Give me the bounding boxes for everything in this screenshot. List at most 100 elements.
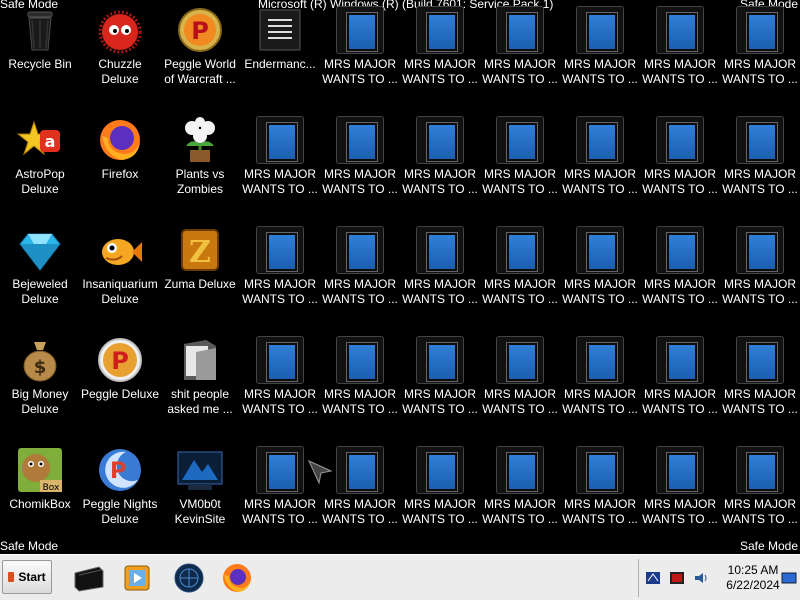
desktop-icon-mrs-major[interactable]: MRS MAJOR WANTS TO ... bbox=[640, 110, 720, 220]
desktop-icon-vm0b0t[interactable]: VM0b0t KevinSite bbox=[160, 440, 240, 550]
desktop-icon-mrs-major[interactable]: MRS MAJOR WANTS TO ... bbox=[240, 110, 320, 220]
desktop-icon-mrs-major[interactable]: MRS MAJOR WANTS TO ... bbox=[640, 220, 720, 330]
clock[interactable]: 10:25 AM 6/22/2024 bbox=[721, 563, 785, 593]
svg-text:Z: Z bbox=[189, 235, 211, 270]
desktop-icon-peggle-wow[interactable]: P Peggle World of Warcraft ... bbox=[160, 0, 240, 110]
monitor-alert-icon[interactable] bbox=[669, 571, 685, 585]
desktop-icon-big-money[interactable]: $ Big Money Deluxe bbox=[0, 330, 80, 440]
desktop-icon-mrs-major[interactable]: MRS MAJOR WANTS TO ... bbox=[320, 440, 400, 550]
bejeweled-icon bbox=[19, 233, 61, 271]
desktop-icon-mrs-major[interactable]: MRS MAJOR WANTS TO ... bbox=[400, 110, 480, 220]
desktop[interactable]: Safe Mode Microsoft (R) Windows (R) (Bui… bbox=[0, 0, 800, 554]
network-globe-icon[interactable] bbox=[172, 561, 206, 595]
mrs-major-exe-icon bbox=[656, 336, 704, 384]
svg-text:P: P bbox=[111, 347, 129, 375]
desktop-icon-label: Peggle World of Warcraft ... bbox=[164, 57, 236, 86]
desktop-icon-label: MRS MAJOR WANTS TO ... bbox=[322, 277, 398, 306]
plants-vs-zombies-icon bbox=[185, 117, 215, 162]
desktop-icon-mrs-major[interactable]: MRS MAJOR WANTS TO ... bbox=[240, 330, 320, 440]
desktop-icon-mrs-major[interactable]: MRS MAJOR WANTS TO ... bbox=[560, 0, 640, 110]
desktop-icon-recycle-bin[interactable]: Recycle Bin bbox=[0, 0, 80, 110]
mrs-major-exe-icon bbox=[736, 336, 784, 384]
desktop-icon-folder[interactable]: shit people asked me ... bbox=[160, 330, 240, 440]
mrs-major-exe-icon bbox=[576, 336, 624, 384]
desktop-icon-mrs-major[interactable]: MRS MAJOR WANTS TO ... bbox=[640, 440, 720, 550]
mouse-cursor-icon bbox=[307, 459, 333, 485]
desktop-icon-label: Plants vs Zombies bbox=[175, 167, 225, 196]
desktop-icon-mrs-major[interactable]: MRS MAJOR WANTS TO ... bbox=[400, 440, 480, 550]
desktop-icon-label: MRS MAJOR WANTS TO ... bbox=[322, 387, 398, 416]
desktop-icon-mrs-major[interactable]: MRS MAJOR WANTS TO ... bbox=[400, 330, 480, 440]
desktop-icon-mrs-major[interactable]: MRS MAJOR WANTS TO ... bbox=[480, 110, 560, 220]
desktop-icon-label: MRS MAJOR WANTS TO ... bbox=[722, 497, 798, 526]
desktop-icon-mrs-major[interactable]: MRS MAJOR WANTS TO ... bbox=[320, 220, 400, 330]
desktop-icon-mrs-major[interactable]: MRS MAJOR WANTS TO ... bbox=[640, 0, 720, 110]
desktop-icon-label: MRS MAJOR WANTS TO ... bbox=[482, 387, 558, 416]
desktop-icon-label: MRS MAJOR WANTS TO ... bbox=[322, 497, 398, 526]
desktop-icon-endermanch[interactable]: Endermanc... bbox=[240, 0, 320, 110]
desktop-icon-chuzzle[interactable]: Chuzzle Deluxe bbox=[80, 0, 160, 110]
desktop-icon-mrs-major[interactable]: MRS MAJOR WANTS TO ... bbox=[560, 330, 640, 440]
desktop-icon-mrs-major[interactable]: MRS MAJOR WANTS TO ... bbox=[720, 440, 800, 550]
desktop-icon-mrs-major[interactable]: MRS MAJOR WANTS TO ... bbox=[560, 220, 640, 330]
desktop-icon-label: MRS MAJOR WANTS TO ... bbox=[722, 167, 798, 196]
desktop-icon-mrs-major[interactable]: MRS MAJOR WANTS TO ... bbox=[240, 220, 320, 330]
desktop-icon-label: MRS MAJOR WANTS TO ... bbox=[642, 497, 718, 526]
desktop-icon-plants-vs-zombies[interactable]: Plants vs Zombies bbox=[160, 110, 240, 220]
desktop-icon-label: Insaniquarium Deluxe bbox=[82, 277, 158, 306]
desktop-icon-mrs-major[interactable]: MRS MAJOR WANTS TO ... bbox=[720, 0, 800, 110]
desktop-icon-label: MRS MAJOR WANTS TO ... bbox=[242, 387, 318, 416]
desktop-icon-firefox[interactable]: Firefox bbox=[80, 110, 160, 220]
mrs-major-exe-icon bbox=[336, 6, 384, 54]
mrs-major-exe-icon bbox=[416, 116, 464, 164]
desktop-icon-mrs-major[interactable]: MRS MAJOR WANTS TO ... bbox=[480, 220, 560, 330]
start-button[interactable]: Start bbox=[2, 560, 52, 594]
desktop-icon-mrs-major[interactable]: MRS MAJOR WANTS TO ... bbox=[400, 0, 480, 110]
desktop-icon-label: MRS MAJOR WANTS TO ... bbox=[242, 497, 318, 526]
mrs-major-exe-icon bbox=[736, 226, 784, 274]
desktop-icon-mrs-major[interactable]: MRS MAJOR WANTS TO ... bbox=[320, 110, 400, 220]
desktop-icon-label: Chuzzle Deluxe bbox=[98, 57, 142, 86]
desktop-icon-label: MRS MAJOR WANTS TO ... bbox=[562, 277, 638, 306]
peggle-wow-icon: P bbox=[178, 8, 222, 52]
desktop-icon-mrs-major[interactable]: MRS MAJOR WANTS TO ... bbox=[320, 330, 400, 440]
firefox-icon[interactable] bbox=[220, 561, 254, 595]
desktop-icon-chomikbox[interactable]: Box ChomikBox bbox=[0, 440, 80, 550]
desktop-icon-label: MRS MAJOR WANTS TO ... bbox=[642, 387, 718, 416]
mrs-major-exe-icon bbox=[736, 116, 784, 164]
desktop-icon-label: MRS MAJOR WANTS TO ... bbox=[242, 277, 318, 306]
desktop-icon-astropop[interactable]: a AstroPop Deluxe bbox=[0, 110, 80, 220]
desktop-icon-mrs-major[interactable]: MRS MAJOR WANTS TO ... bbox=[480, 0, 560, 110]
desktop-icon-insaniquarium[interactable]: Insaniquarium Deluxe bbox=[80, 220, 160, 330]
mrs-major-exe-icon bbox=[656, 6, 704, 54]
desktop-icon-mrs-major[interactable]: MRS MAJOR WANTS TO ... bbox=[400, 220, 480, 330]
desktop-icon-mrs-major[interactable]: MRS MAJOR WANTS TO ... bbox=[720, 110, 800, 220]
desktop-icon-mrs-major[interactable]: MRS MAJOR WANTS TO ... bbox=[560, 110, 640, 220]
desktop-icon-label: MRS MAJOR WANTS TO ... bbox=[642, 277, 718, 306]
desktop-icon-mrs-major[interactable]: MRS MAJOR WANTS TO ... bbox=[240, 440, 320, 550]
explorer-icon[interactable] bbox=[72, 561, 106, 595]
desktop-icon-mrs-major[interactable]: MRS MAJOR WANTS TO ... bbox=[480, 330, 560, 440]
desktop-icon-mrs-major[interactable]: MRS MAJOR WANTS TO ... bbox=[480, 440, 560, 550]
shield-network-icon[interactable] bbox=[645, 571, 661, 585]
speaker-icon[interactable] bbox=[693, 571, 709, 585]
desktop-icon-label: MRS MAJOR WANTS TO ... bbox=[562, 387, 638, 416]
desktop-icon-mrs-major[interactable]: MRS MAJOR WANTS TO ... bbox=[720, 220, 800, 330]
desktop-icon-label: MRS MAJOR WANTS TO ... bbox=[562, 167, 638, 196]
desktop-icon-zuma[interactable]: Z Zuma Deluxe bbox=[160, 220, 240, 330]
desktop-icon-mrs-major[interactable]: MRS MAJOR WANTS TO ... bbox=[320, 0, 400, 110]
desktop-icon-label: MRS MAJOR WANTS TO ... bbox=[322, 167, 398, 196]
desktop-icon-bejeweled[interactable]: Bejeweled Deluxe bbox=[0, 220, 80, 330]
desktop-icon-peggle-nights[interactable]: P Peggle Nights Deluxe bbox=[80, 440, 160, 550]
mrs-major-exe-icon bbox=[576, 226, 624, 274]
desktop-icon-label: MRS MAJOR WANTS TO ... bbox=[402, 497, 478, 526]
desktop-icon-mrs-major[interactable]: MRS MAJOR WANTS TO ... bbox=[640, 330, 720, 440]
media-player-icon[interactable] bbox=[120, 561, 154, 595]
desktop-icon-mrs-major[interactable]: MRS MAJOR WANTS TO ... bbox=[560, 440, 640, 550]
show-desktop-icon[interactable] bbox=[781, 571, 797, 585]
desktop-icon-label: MRS MAJOR WANTS TO ... bbox=[482, 277, 558, 306]
chomikbox-icon: Box bbox=[18, 448, 62, 493]
desktop-icon-mrs-major[interactable]: MRS MAJOR WANTS TO ... bbox=[720, 330, 800, 440]
safe-mode-label-bottom-right: Safe Mode bbox=[739, 539, 798, 553]
desktop-icon-peggle[interactable]: P Peggle Deluxe bbox=[80, 330, 160, 440]
